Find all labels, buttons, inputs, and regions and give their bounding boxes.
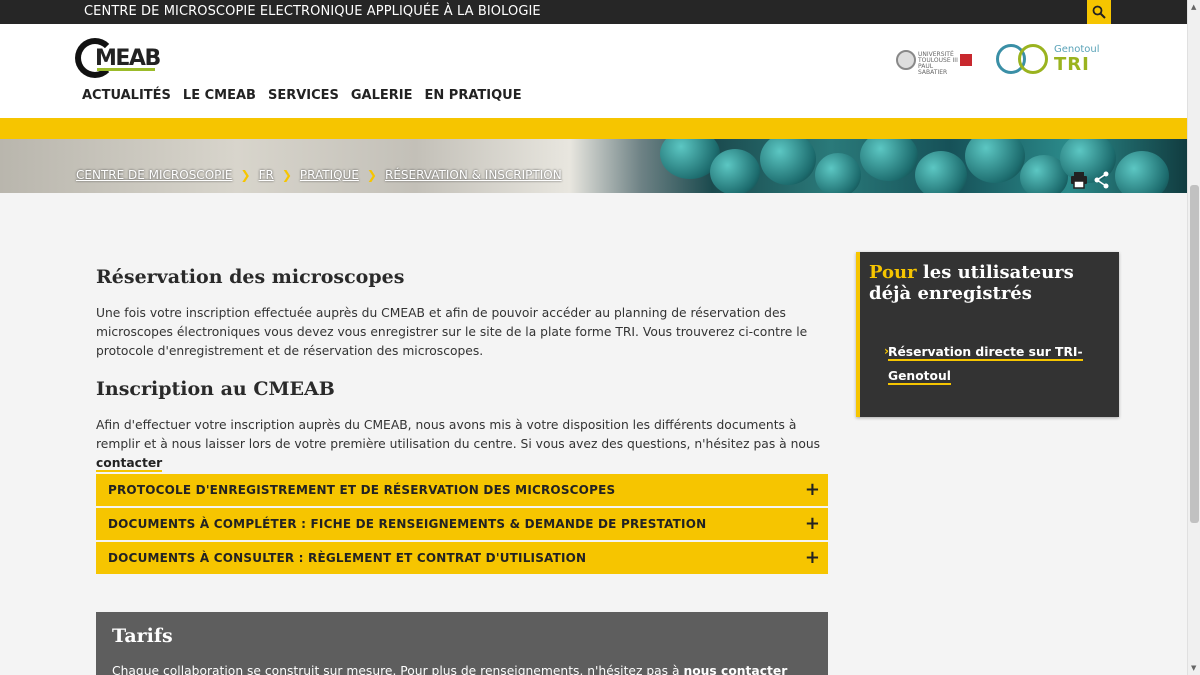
print-icon[interactable] (1070, 171, 1088, 189)
reservation-text: Une fois votre inscription effectuée aup… (96, 306, 808, 358)
page-scrollbar[interactable]: ▲ ▼ (1187, 0, 1200, 675)
logo-underline (97, 68, 155, 71)
chevron-right-icon: ❯ (366, 168, 377, 182)
breadcrumb-current: RÉSERVATION & INSCRIPTION (384, 168, 562, 182)
scroll-down-icon[interactable]: ▼ (1191, 664, 1196, 672)
ut-seal (896, 50, 916, 70)
tarifs-body: Chaque collaboration se construit sur me… (112, 664, 680, 675)
top-bar: CENTRE DE MICROSCOPIE ELECTRONIQUE APPLI… (0, 0, 1187, 24)
tarifs-text: Chaque collaboration se construit sur me… (112, 664, 788, 675)
cell-blob (915, 151, 967, 193)
scroll-thumb[interactable] (1190, 185, 1199, 523)
contact-link[interactable]: contacter (96, 456, 163, 472)
tri-reservation-label: Réservation directe sur TRI-Genotoul (888, 345, 1083, 385)
plus-icon: + (804, 479, 820, 500)
cell-blob (815, 153, 861, 193)
registered-users-panel: Pour les utilisateurs déjà enregistrés ›… (856, 252, 1119, 417)
plus-icon: + (804, 547, 820, 568)
search-button[interactable] (1087, 0, 1111, 24)
site-title: CENTRE DE MICROSCOPIE ELECTRONIQUE APPLI… (84, 4, 541, 19)
tri-reservation-link[interactable]: Réservation directe sur TRI-Genotoul (888, 340, 1088, 388)
nav-actualites[interactable]: ACTUALITÉS (82, 88, 171, 103)
nav-services[interactable]: SERVICES (268, 88, 339, 103)
breadcrumb-item[interactable]: CENTRE DE MICROSCOPIE (76, 168, 233, 182)
header: MEAB ACTUALITÉS LE CMEAB SERVICES GALERI… (0, 24, 1187, 118)
genotoul-tri-logo[interactable]: Genotoul TRI (996, 42, 1112, 78)
cell-blob (965, 139, 1025, 183)
accordion-documents-consulter[interactable]: DOCUMENTS À CONSULTER : RÈGLEMENT ET CON… (96, 542, 828, 574)
breadcrumb: CENTRE DE MICROSCOPIE ❯ FR ❯ PRATIQUE ❯ … (76, 168, 562, 182)
cmeab-logo[interactable]: MEAB (75, 38, 161, 80)
chevron-right-icon: ❯ (240, 168, 251, 182)
nav-galerie[interactable]: GALERIE (351, 88, 413, 103)
cell-blob (1115, 151, 1169, 193)
accordion-protocole[interactable]: PROTOCOLE D'ENREGISTREMENT ET DE RÉSERVA… (96, 474, 828, 506)
accordion-documents-completer[interactable]: DOCUMENTS À COMPLÉTER : FICHE DE RENSEIG… (96, 508, 828, 540)
panel-title: Pour les utilisateurs déjà enregistrés (869, 262, 1109, 304)
hero-banner (0, 139, 1187, 193)
ut-logo-text: UNIVERSITÉ TOULOUSE III PAUL SABATIER (918, 51, 958, 76)
share-icon[interactable] (1094, 171, 1110, 189)
reservation-heading: Réservation des microscopes (96, 266, 405, 288)
inscription-body: Afin d'effectuer votre inscription auprè… (96, 418, 821, 451)
university-toulouse-logo[interactable]: UNIVERSITÉ TOULOUSE III PAUL SABATIER (896, 50, 974, 76)
tri-circle-green (1018, 44, 1048, 74)
breadcrumb-item[interactable]: PRATIQUE (300, 168, 359, 182)
ut-red-mark (960, 54, 972, 66)
chevron-right-icon: ❯ (281, 168, 292, 182)
tri-label: TRI (1054, 54, 1090, 75)
main-nav: ACTUALITÉS LE CMEAB SERVICES GALERIE EN … (82, 88, 522, 103)
cell-blob (860, 139, 918, 181)
breadcrumb-item[interactable]: FR (259, 168, 274, 182)
cell-blob (760, 139, 816, 185)
tarifs-contact-link[interactable]: nous contacter (683, 664, 788, 675)
nav-le-cmeab[interactable]: LE CMEAB (183, 88, 256, 103)
panel-title-highlight: Pour (869, 262, 917, 283)
search-icon (1092, 5, 1106, 19)
scroll-up-icon[interactable]: ▲ (1191, 3, 1196, 11)
inscription-text: Afin d'effectuer votre inscription auprè… (96, 416, 831, 473)
tarifs-section: Tarifs Chaque collaboration se construit… (96, 612, 828, 675)
plus-icon: + (804, 513, 820, 534)
yellow-strip (0, 118, 1187, 139)
accordion-label: DOCUMENTS À COMPLÉTER : FICHE DE RENSEIG… (108, 517, 707, 531)
nav-en-pratique[interactable]: EN PRATIQUE (425, 88, 522, 103)
tarifs-heading: Tarifs (112, 625, 173, 647)
accordion-label: DOCUMENTS À CONSULTER : RÈGLEMENT ET CON… (108, 551, 587, 565)
cell-blob (710, 149, 760, 193)
inscription-heading: Inscription au CMEAB (96, 378, 335, 400)
accordion-label: PROTOCOLE D'ENREGISTREMENT ET DE RÉSERVA… (108, 483, 616, 497)
